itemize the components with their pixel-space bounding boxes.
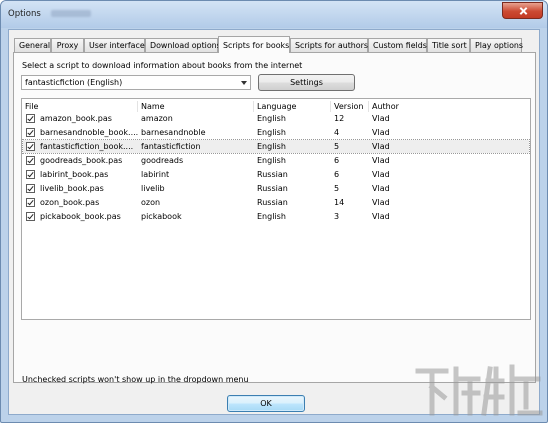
tab-user-interface[interactable]: User interface [84, 38, 145, 52]
column-header-author[interactable]: Author [369, 101, 429, 112]
row-author: Vlad [372, 156, 390, 165]
row-language: English [257, 128, 286, 137]
row-language: Russian [257, 184, 288, 193]
checkbox-icon[interactable] [26, 170, 35, 179]
unchecked-scripts-note: Unchecked scripts won't show up in the d… [22, 375, 249, 384]
tab-proxy[interactable]: Proxy [51, 38, 84, 52]
table-row[interactable]: amazon_book.pas amazon English 12 Vlad [23, 112, 529, 125]
row-file: barnesandnoble_book.... [40, 128, 138, 137]
checkbox-icon[interactable] [26, 198, 35, 207]
row-language: Russian [257, 170, 288, 179]
list-header: File Name Language Version Author [22, 99, 530, 112]
row-version: 14 [334, 198, 345, 207]
column-header-file[interactable]: File [22, 101, 138, 112]
row-version: 6 [334, 156, 340, 165]
row-version: 5 [334, 142, 340, 151]
row-language: English [257, 114, 286, 123]
row-file: pickabook_book.pas [40, 212, 121, 221]
options-window: Options General Proxy User interface Dow… [0, 0, 548, 423]
row-author: Vlad [372, 212, 390, 221]
row-language: English [257, 142, 286, 151]
row-language: Russian [257, 198, 288, 207]
row-name: goodreads [141, 156, 184, 165]
dropdown-arrow-icon[interactable] [241, 81, 247, 85]
table-row[interactable]: pickabook_book.pas pickabook English 3 V… [23, 210, 529, 223]
row-author: Vlad [372, 184, 390, 193]
tab-custom-fields[interactable]: Custom fields [368, 38, 427, 52]
row-author: Vlad [372, 198, 390, 207]
row-author: Vlad [372, 128, 390, 137]
row-file: ozon_book.pas [40, 198, 100, 207]
checkbox-icon[interactable] [26, 114, 35, 123]
row-file: livelib_book.pas [40, 184, 104, 193]
row-author: Vlad [372, 170, 390, 179]
checkbox-icon[interactable] [26, 156, 35, 165]
title-bar[interactable]: Options [1, 1, 547, 28]
settings-button[interactable]: Settings [258, 74, 355, 91]
row-language: English [257, 212, 286, 221]
table-row[interactable]: labirint_book.pas labirint Russian 6 Vla… [23, 168, 529, 181]
column-header-name[interactable]: Name [138, 101, 254, 112]
row-name: barnesandnoble [141, 128, 206, 137]
row-name: labirint [141, 170, 170, 179]
column-header-language[interactable]: Language [254, 101, 331, 112]
row-author: Vlad [372, 142, 390, 151]
row-author: Vlad [372, 114, 390, 123]
row-file: fantasticfiction_book.... [40, 142, 134, 151]
tab-title-sort[interactable]: Title sort [427, 38, 470, 52]
tab-scripts-for-authors[interactable]: Scripts for authors [290, 38, 368, 52]
checkbox-icon[interactable] [26, 212, 35, 221]
row-file: amazon_book.pas [40, 114, 112, 123]
tab-general[interactable]: General [14, 38, 51, 52]
table-row[interactable]: goodreads_book.pas goodreads English 6 V… [23, 154, 529, 167]
column-header-version[interactable]: Version [331, 101, 369, 112]
scripts-for-books-panel: Select a script to download information … [13, 52, 536, 384]
row-name: pickabook [141, 212, 182, 221]
table-row[interactable]: ozon_book.pas ozon Russian 14 Vlad [23, 196, 529, 209]
scripts-list[interactable]: File Name Language Version Author amazon… [21, 98, 531, 320]
row-file: labirint_book.pas [40, 170, 109, 179]
window-title: Options [8, 9, 41, 19]
ok-button[interactable]: OK [227, 395, 305, 412]
checkbox-icon[interactable] [26, 184, 35, 193]
row-version: 4 [334, 128, 340, 137]
checkbox-icon[interactable] [26, 142, 35, 151]
close-icon[interactable] [502, 2, 543, 19]
row-name: amazon [141, 114, 173, 123]
script-dropdown-value: fantasticfiction (English) [25, 78, 123, 87]
table-row[interactable]: barnesandnoble_book.... barnesandnoble E… [23, 126, 529, 139]
table-row-selected[interactable]: fantasticfiction_book.... fantasticficti… [22, 139, 530, 154]
script-dropdown[interactable]: fantasticfiction (English) [21, 75, 251, 90]
blurred-title-region [51, 10, 91, 17]
tab-play-options[interactable]: Play options [470, 38, 523, 52]
dialog-client-area: General Proxy User interface Download op… [8, 29, 540, 415]
checkbox-icon[interactable] [26, 128, 35, 137]
row-language: English [257, 156, 286, 165]
row-name: ozon [141, 198, 161, 207]
tab-scripts-for-books[interactable]: Scripts for books [218, 36, 290, 53]
row-version: 6 [334, 170, 340, 179]
row-version: 3 [334, 212, 340, 221]
script-select-prompt: Select a script to download information … [22, 61, 303, 70]
row-version: 12 [334, 114, 345, 123]
row-name: fantasticfiction [141, 142, 201, 151]
row-file: goodreads_book.pas [40, 156, 123, 165]
row-version: 5 [334, 184, 340, 193]
table-row[interactable]: livelib_book.pas livelib Russian 5 Vlad [23, 182, 529, 195]
tab-download-options[interactable]: Download options [145, 38, 221, 52]
row-name: livelib [141, 184, 165, 193]
